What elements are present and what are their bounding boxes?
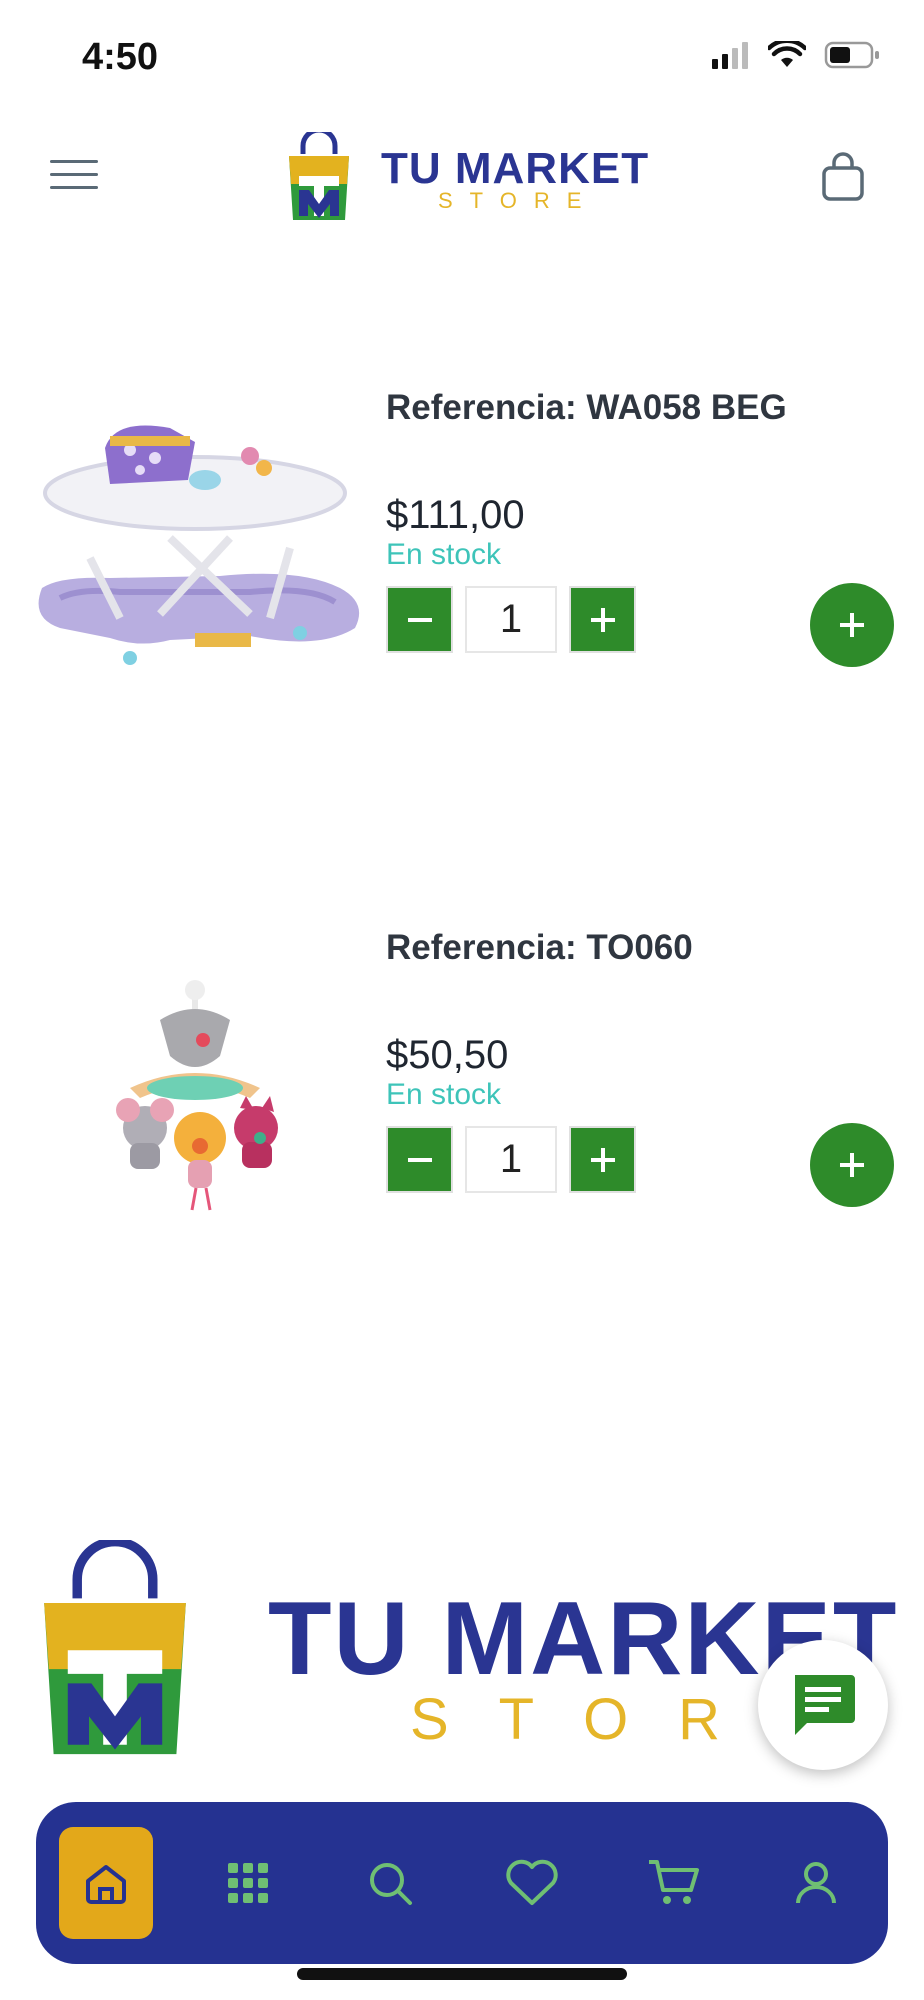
minus-icon bbox=[407, 617, 432, 622]
increase-quantity-button[interactable] bbox=[569, 1126, 636, 1193]
bottom-navigation bbox=[36, 1802, 888, 1964]
chat-icon bbox=[795, 1675, 855, 1735]
add-to-cart-button[interactable] bbox=[810, 583, 894, 667]
nav-favorites[interactable] bbox=[485, 1827, 579, 1939]
quantity-stepper: 1 bbox=[386, 1126, 636, 1193]
cart-icon bbox=[649, 1860, 699, 1904]
baby-walker-image bbox=[38, 425, 360, 665]
product-price: $111,00 bbox=[386, 493, 525, 537]
product-reference: Referencia: TO060 bbox=[386, 928, 693, 967]
heart-icon bbox=[506, 1859, 558, 1905]
product-card: Referencia: WA058 BEG $111,00 En stock 1 bbox=[0, 388, 924, 768]
hamburger-icon bbox=[50, 160, 98, 163]
signal-icon bbox=[712, 42, 748, 69]
minus-icon bbox=[407, 1157, 432, 1162]
nav-account[interactable] bbox=[769, 1827, 863, 1939]
logo-subtitle: STORE bbox=[438, 188, 599, 213]
product-price: $50,50 bbox=[386, 1033, 509, 1077]
nav-search[interactable] bbox=[343, 1827, 437, 1939]
add-to-cart-button[interactable] bbox=[810, 1123, 894, 1207]
shopping-bag-icon bbox=[822, 152, 864, 201]
nav-home[interactable] bbox=[59, 1827, 153, 1939]
plus-icon bbox=[840, 613, 864, 637]
status-time: 4:50 bbox=[82, 36, 159, 78]
menu-button[interactable] bbox=[50, 160, 98, 192]
quantity-field[interactable]: 1 bbox=[465, 586, 557, 653]
home-indicator bbox=[297, 1968, 627, 1980]
wifi-icon bbox=[768, 41, 806, 67]
baby-mobile-toy-image bbox=[116, 980, 278, 1211]
quantity-stepper: 1 bbox=[386, 586, 636, 653]
product-image[interactable] bbox=[20, 928, 370, 1248]
decrease-quantity-button[interactable] bbox=[386, 586, 453, 653]
product-card: Referencia: TO060 $50,50 En stock 1 bbox=[0, 928, 924, 1308]
logo-title: TU MARKET bbox=[381, 144, 650, 193]
battery-icon bbox=[824, 41, 879, 69]
chat-button[interactable] bbox=[758, 1640, 888, 1770]
increase-quantity-button[interactable] bbox=[569, 586, 636, 653]
stock-status: En stock bbox=[386, 1078, 502, 1111]
logo-bag-icon bbox=[44, 1540, 186, 1755]
quantity-field[interactable]: 1 bbox=[465, 1126, 557, 1193]
user-icon bbox=[796, 1862, 836, 1904]
logo-bag-icon bbox=[289, 132, 349, 220]
grid-icon bbox=[228, 1863, 268, 1903]
nav-categories[interactable] bbox=[201, 1827, 295, 1939]
plus-icon bbox=[590, 1147, 615, 1172]
home-icon bbox=[86, 1865, 126, 1904]
header-logo[interactable]: TU MARKET STORE bbox=[283, 132, 648, 224]
nav-cart[interactable] bbox=[627, 1827, 721, 1939]
plus-icon bbox=[590, 607, 615, 632]
status-icons bbox=[710, 40, 880, 70]
plus-icon bbox=[840, 1153, 864, 1177]
search-icon bbox=[370, 1863, 412, 1905]
stock-status: En stock bbox=[386, 538, 502, 571]
cart-bag-button[interactable] bbox=[820, 152, 866, 202]
decrease-quantity-button[interactable] bbox=[386, 1126, 453, 1193]
product-image[interactable] bbox=[20, 388, 370, 708]
product-reference: Referencia: WA058 BEG bbox=[386, 388, 787, 427]
